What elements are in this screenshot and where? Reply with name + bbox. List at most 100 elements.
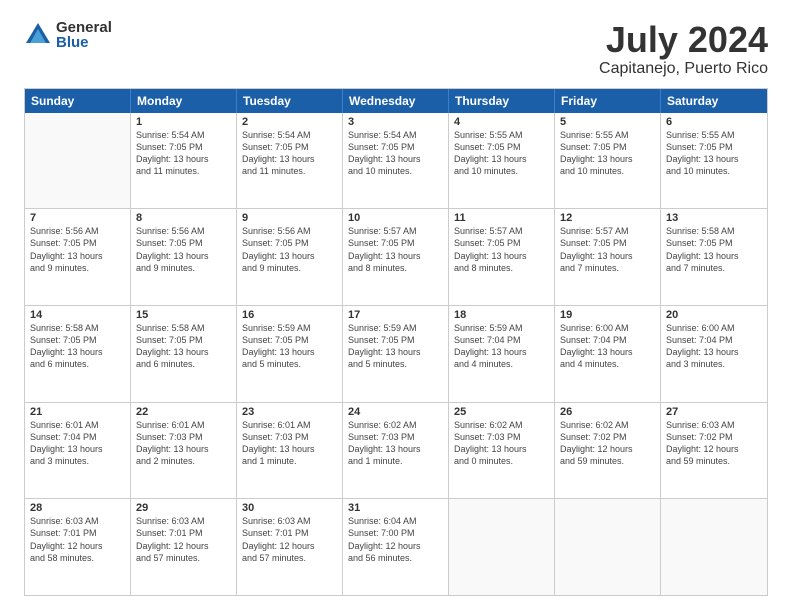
calendar-week: 28Sunrise: 6:03 AM Sunset: 7:01 PM Dayli… xyxy=(25,499,767,595)
logo-general: General xyxy=(56,20,112,35)
logo-icon xyxy=(24,21,52,49)
day-number: 6 xyxy=(666,116,762,128)
calendar-cell: 6Sunrise: 5:55 AM Sunset: 7:05 PM Daylig… xyxy=(661,113,767,209)
day-number: 16 xyxy=(242,309,337,321)
day-number: 14 xyxy=(30,309,125,321)
day-info: Sunrise: 6:02 AM Sunset: 7:03 PM Dayligh… xyxy=(454,419,549,468)
calendar-cell xyxy=(555,499,661,595)
page: General Blue July 2024 Capitanejo, Puert… xyxy=(0,0,792,612)
day-number: 29 xyxy=(136,502,231,514)
day-info: Sunrise: 5:58 AM Sunset: 7:05 PM Dayligh… xyxy=(30,322,125,371)
calendar-cell: 13Sunrise: 5:58 AM Sunset: 7:05 PM Dayli… xyxy=(661,209,767,305)
day-number: 31 xyxy=(348,502,443,514)
day-info: Sunrise: 5:57 AM Sunset: 7:05 PM Dayligh… xyxy=(560,225,655,274)
day-number: 9 xyxy=(242,212,337,224)
day-info: Sunrise: 5:59 AM Sunset: 7:04 PM Dayligh… xyxy=(454,322,549,371)
day-number: 17 xyxy=(348,309,443,321)
day-number: 5 xyxy=(560,116,655,128)
day-info: Sunrise: 5:58 AM Sunset: 7:05 PM Dayligh… xyxy=(666,225,762,274)
calendar-cell: 27Sunrise: 6:03 AM Sunset: 7:02 PM Dayli… xyxy=(661,403,767,499)
logo-blue: Blue xyxy=(56,35,112,50)
calendar-header-cell: Sunday xyxy=(25,89,131,113)
day-number: 20 xyxy=(666,309,762,321)
day-number: 1 xyxy=(136,116,231,128)
calendar-cell: 7Sunrise: 5:56 AM Sunset: 7:05 PM Daylig… xyxy=(25,209,131,305)
day-info: Sunrise: 5:58 AM Sunset: 7:05 PM Dayligh… xyxy=(136,322,231,371)
calendar-cell: 14Sunrise: 5:58 AM Sunset: 7:05 PM Dayli… xyxy=(25,306,131,402)
day-info: Sunrise: 5:54 AM Sunset: 7:05 PM Dayligh… xyxy=(136,129,231,178)
calendar-cell: 23Sunrise: 6:01 AM Sunset: 7:03 PM Dayli… xyxy=(237,403,343,499)
calendar-cell: 12Sunrise: 5:57 AM Sunset: 7:05 PM Dayli… xyxy=(555,209,661,305)
calendar-cell: 26Sunrise: 6:02 AM Sunset: 7:02 PM Dayli… xyxy=(555,403,661,499)
day-number: 27 xyxy=(666,406,762,418)
calendar-header-cell: Friday xyxy=(555,89,661,113)
calendar-cell: 20Sunrise: 6:00 AM Sunset: 7:04 PM Dayli… xyxy=(661,306,767,402)
calendar-cell: 2Sunrise: 5:54 AM Sunset: 7:05 PM Daylig… xyxy=(237,113,343,209)
calendar-cell xyxy=(25,113,131,209)
day-info: Sunrise: 6:01 AM Sunset: 7:03 PM Dayligh… xyxy=(136,419,231,468)
day-info: Sunrise: 6:03 AM Sunset: 7:01 PM Dayligh… xyxy=(136,515,231,564)
calendar-cell: 21Sunrise: 6:01 AM Sunset: 7:04 PM Dayli… xyxy=(25,403,131,499)
day-info: Sunrise: 6:00 AM Sunset: 7:04 PM Dayligh… xyxy=(666,322,762,371)
title-block: July 2024 Capitanejo, Puerto Rico xyxy=(599,20,768,78)
calendar-cell xyxy=(449,499,555,595)
calendar-cell: 29Sunrise: 6:03 AM Sunset: 7:01 PM Dayli… xyxy=(131,499,237,595)
day-info: Sunrise: 5:57 AM Sunset: 7:05 PM Dayligh… xyxy=(454,225,549,274)
day-info: Sunrise: 5:55 AM Sunset: 7:05 PM Dayligh… xyxy=(560,129,655,178)
calendar-week: 1Sunrise: 5:54 AM Sunset: 7:05 PM Daylig… xyxy=(25,113,767,210)
day-number: 7 xyxy=(30,212,125,224)
calendar-cell: 31Sunrise: 6:04 AM Sunset: 7:00 PM Dayli… xyxy=(343,499,449,595)
day-number: 13 xyxy=(666,212,762,224)
day-info: Sunrise: 5:59 AM Sunset: 7:05 PM Dayligh… xyxy=(348,322,443,371)
main-title: July 2024 xyxy=(599,20,768,60)
calendar-cell: 3Sunrise: 5:54 AM Sunset: 7:05 PM Daylig… xyxy=(343,113,449,209)
calendar-cell: 4Sunrise: 5:55 AM Sunset: 7:05 PM Daylig… xyxy=(449,113,555,209)
day-number: 24 xyxy=(348,406,443,418)
calendar-cell: 30Sunrise: 6:03 AM Sunset: 7:01 PM Dayli… xyxy=(237,499,343,595)
calendar-cell: 9Sunrise: 5:56 AM Sunset: 7:05 PM Daylig… xyxy=(237,209,343,305)
calendar-cell: 22Sunrise: 6:01 AM Sunset: 7:03 PM Dayli… xyxy=(131,403,237,499)
day-info: Sunrise: 5:56 AM Sunset: 7:05 PM Dayligh… xyxy=(30,225,125,274)
subtitle: Capitanejo, Puerto Rico xyxy=(599,60,768,78)
logo: General Blue xyxy=(24,20,112,50)
header: General Blue July 2024 Capitanejo, Puert… xyxy=(24,20,768,78)
calendar-week: 21Sunrise: 6:01 AM Sunset: 7:04 PM Dayli… xyxy=(25,403,767,500)
day-number: 4 xyxy=(454,116,549,128)
day-info: Sunrise: 6:02 AM Sunset: 7:02 PM Dayligh… xyxy=(560,419,655,468)
day-number: 10 xyxy=(348,212,443,224)
day-info: Sunrise: 5:57 AM Sunset: 7:05 PM Dayligh… xyxy=(348,225,443,274)
calendar-cell: 16Sunrise: 5:59 AM Sunset: 7:05 PM Dayli… xyxy=(237,306,343,402)
calendar-cell: 15Sunrise: 5:58 AM Sunset: 7:05 PM Dayli… xyxy=(131,306,237,402)
calendar-header-cell: Wednesday xyxy=(343,89,449,113)
day-info: Sunrise: 5:54 AM Sunset: 7:05 PM Dayligh… xyxy=(242,129,337,178)
day-info: Sunrise: 6:01 AM Sunset: 7:04 PM Dayligh… xyxy=(30,419,125,468)
day-number: 21 xyxy=(30,406,125,418)
day-number: 12 xyxy=(560,212,655,224)
day-info: Sunrise: 6:03 AM Sunset: 7:01 PM Dayligh… xyxy=(242,515,337,564)
calendar-cell: 28Sunrise: 6:03 AM Sunset: 7:01 PM Dayli… xyxy=(25,499,131,595)
calendar-header-cell: Monday xyxy=(131,89,237,113)
calendar-cell xyxy=(661,499,767,595)
calendar-body: 1Sunrise: 5:54 AM Sunset: 7:05 PM Daylig… xyxy=(25,113,767,595)
calendar-cell: 17Sunrise: 5:59 AM Sunset: 7:05 PM Dayli… xyxy=(343,306,449,402)
calendar: SundayMondayTuesdayWednesdayThursdayFrid… xyxy=(24,88,768,596)
day-number: 18 xyxy=(454,309,549,321)
day-number: 2 xyxy=(242,116,337,128)
calendar-cell: 11Sunrise: 5:57 AM Sunset: 7:05 PM Dayli… xyxy=(449,209,555,305)
day-number: 3 xyxy=(348,116,443,128)
day-info: Sunrise: 6:02 AM Sunset: 7:03 PM Dayligh… xyxy=(348,419,443,468)
calendar-cell: 8Sunrise: 5:56 AM Sunset: 7:05 PM Daylig… xyxy=(131,209,237,305)
day-number: 15 xyxy=(136,309,231,321)
day-info: Sunrise: 6:03 AM Sunset: 7:01 PM Dayligh… xyxy=(30,515,125,564)
day-number: 30 xyxy=(242,502,337,514)
day-info: Sunrise: 5:56 AM Sunset: 7:05 PM Dayligh… xyxy=(136,225,231,274)
day-number: 19 xyxy=(560,309,655,321)
day-info: Sunrise: 5:55 AM Sunset: 7:05 PM Dayligh… xyxy=(454,129,549,178)
day-number: 22 xyxy=(136,406,231,418)
day-number: 8 xyxy=(136,212,231,224)
day-info: Sunrise: 6:03 AM Sunset: 7:02 PM Dayligh… xyxy=(666,419,762,468)
calendar-cell: 5Sunrise: 5:55 AM Sunset: 7:05 PM Daylig… xyxy=(555,113,661,209)
day-info: Sunrise: 5:56 AM Sunset: 7:05 PM Dayligh… xyxy=(242,225,337,274)
day-info: Sunrise: 5:55 AM Sunset: 7:05 PM Dayligh… xyxy=(666,129,762,178)
calendar-cell: 18Sunrise: 5:59 AM Sunset: 7:04 PM Dayli… xyxy=(449,306,555,402)
